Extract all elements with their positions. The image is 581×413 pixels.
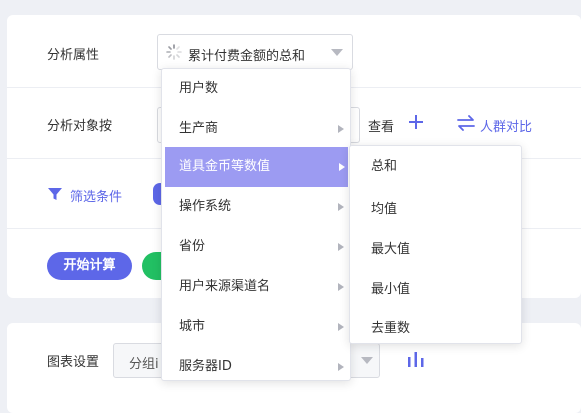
group-select-value: 分组i (129, 357, 159, 372)
submenu-item-max[interactable]: 最大值 (350, 230, 521, 270)
submenu-item-distinct-count[interactable]: 去重数 (350, 309, 521, 349)
analysis-attr-value: 累计付费金额的总和 (188, 49, 306, 64)
filter-conditions-button[interactable]: 筛选条件 (70, 186, 122, 205)
menu-item-manufacturer[interactable]: 生产商 (162, 109, 350, 149)
menu-item-os[interactable]: 操作系统 (162, 187, 350, 227)
submenu-item-min[interactable]: 最小值 (350, 270, 521, 310)
view-label: 查看 (368, 120, 395, 135)
filter-icon (48, 188, 62, 200)
aggregation-submenu: 总和 均值 最大值 最小值 去重数 (349, 145, 522, 344)
analysis-target-label: 分析对象按 (47, 119, 113, 134)
chevron-down-icon (361, 357, 373, 364)
crowd-compare-button[interactable]: 人群对比 (480, 116, 532, 135)
start-calc-button[interactable]: 开始计算 (47, 252, 132, 280)
chevron-down-icon (331, 49, 343, 56)
menu-item-city[interactable]: 城市 (162, 307, 350, 347)
chevron-right-icon (338, 243, 344, 251)
chevron-right-icon (338, 323, 344, 331)
menu-item-label: 操作系统 (179, 199, 232, 214)
chart-settings-label: 图表设置 (47, 355, 100, 370)
submenu-item-sum[interactable]: 总和 (350, 147, 521, 187)
submenu-item-mean[interactable]: 均值 (350, 190, 521, 230)
menu-item-item-coin-values[interactable]: 道具金币等数值 (165, 147, 348, 187)
menu-item-label: 城市 (179, 319, 206, 334)
menu-item-label: 道具金币等数值 (179, 159, 271, 174)
menu-item-label: 生产商 (179, 121, 219, 136)
swap-icon (457, 115, 475, 131)
add-icon[interactable] (408, 114, 424, 130)
bar-chart-icon[interactable] (406, 351, 426, 367)
chevron-right-icon (338, 203, 344, 211)
chevron-right-icon (338, 125, 344, 133)
menu-item-label: 服务器ID (179, 359, 232, 374)
menu-item-channel[interactable]: 用户来源渠道名 (162, 267, 350, 307)
analysis-attr-label: 分析属性 (47, 48, 100, 63)
menu-item-server-id[interactable]: 服务器ID (162, 347, 350, 380)
menu-item-label: 省份 (179, 239, 206, 254)
menu-item-province[interactable]: 省份 (162, 227, 350, 267)
attr-dropdown-menu: 用户数 生产商 道具金币等数值 操作系统 省份 用户来源渠道名 城市 服务器ID (161, 68, 351, 381)
chevron-right-icon (338, 363, 344, 371)
loading-icon (166, 44, 182, 60)
chevron-right-icon (339, 163, 345, 171)
menu-item-label: 用户数 (179, 81, 219, 96)
menu-item-label: 用户来源渠道名 (179, 279, 271, 294)
menu-item-user-count[interactable]: 用户数 (162, 69, 350, 109)
chevron-right-icon (338, 283, 344, 291)
analysis-attr-select[interactable]: 累计付费金额的总和 (157, 34, 353, 70)
